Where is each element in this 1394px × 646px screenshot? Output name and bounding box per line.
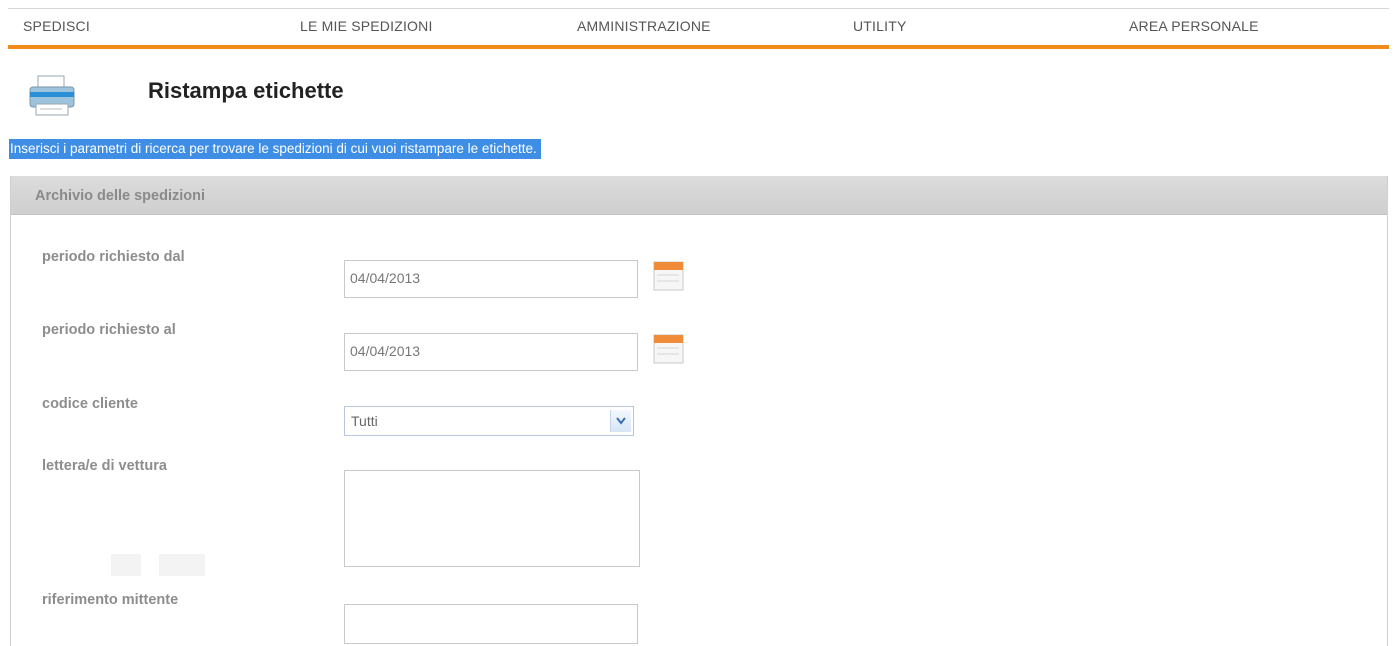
faded-artifact <box>159 554 205 576</box>
nav-le-mie-spedizioni[interactable]: LE MIE SPEDIZIONI <box>300 18 433 34</box>
to-date-input[interactable]: 04/04/2013 <box>344 333 638 371</box>
panel-title: Archivio delle spedizioni <box>35 188 206 204</box>
customer-code-select[interactable]: Tutti <box>344 406 634 436</box>
sender-reference-label: riferimento mittente <box>42 592 179 608</box>
top-navigation: SPEDISCI LE MIE SPEDIZIONI AMMINISTRAZIO… <box>8 8 1389 49</box>
instruction-text: Inserisci i parametri di ricerca per tro… <box>9 139 541 159</box>
nav-utility[interactable]: UTILITY <box>853 18 907 34</box>
customer-code-value: Tutti <box>351 413 378 429</box>
customer-code-label: codice cliente <box>42 396 138 412</box>
nav-amministrazione[interactable]: AMMINISTRAZIONE <box>577 18 711 34</box>
sender-reference-input[interactable] <box>344 604 638 644</box>
from-date-label: periodo richiesto dal <box>42 249 185 265</box>
from-date-input[interactable]: 04/04/2013 <box>344 260 638 298</box>
waybill-label: lettera/e di vettura <box>42 458 167 474</box>
faded-artifact <box>111 554 141 576</box>
waybill-textarea[interactable] <box>344 470 640 567</box>
to-date-label: periodo richiesto al <box>42 322 176 338</box>
page-header: Ristampa etichette <box>0 60 1394 130</box>
nav-spedisci[interactable]: SPEDISCI <box>23 18 90 34</box>
panel-header: Archivio delle spedizioni <box>11 176 1387 215</box>
printer-icon <box>26 74 80 118</box>
calendar-icon[interactable] <box>653 260 685 292</box>
search-form-panel: Archivio delle spedizioni periodo richie… <box>10 176 1388 646</box>
nav-area-personale[interactable]: AREA PERSONALE <box>1129 18 1259 34</box>
chevron-down-icon[interactable] <box>610 410 631 432</box>
page-title: Ristampa etichette <box>148 78 344 103</box>
calendar-icon[interactable] <box>653 333 685 365</box>
